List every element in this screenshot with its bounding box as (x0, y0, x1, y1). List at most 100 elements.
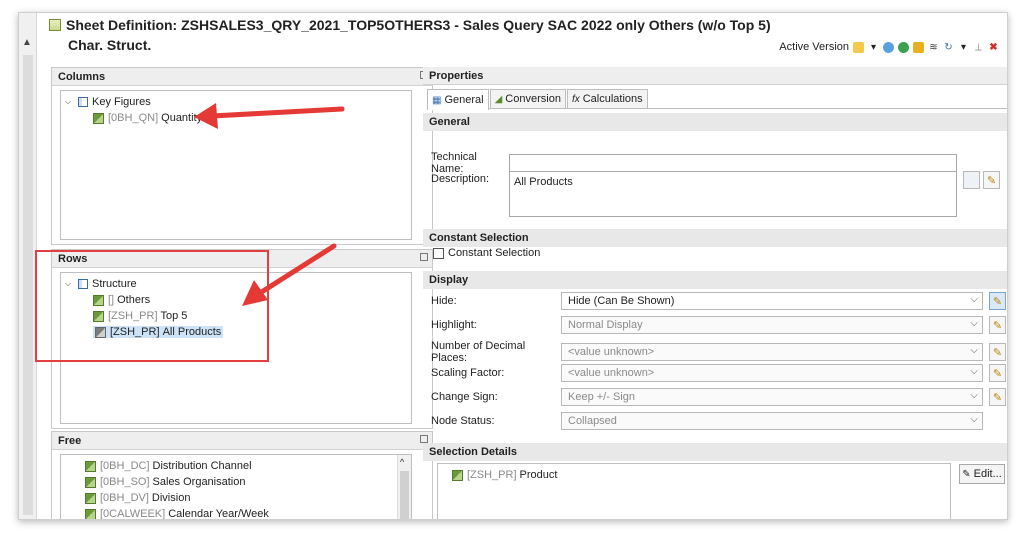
free-item[interactable]: [0BH_DV] Division (85, 490, 407, 506)
properties-heading: Properties (423, 67, 1007, 85)
conversion-tab-icon: ◢ (494, 93, 503, 105)
activate-icon[interactable] (898, 41, 909, 53)
change-sign-label: Change Sign: (431, 391, 498, 403)
columns-tree[interactable]: ⌵ Key Figures [0BH_QN] Quantity (60, 90, 412, 240)
free-scrollbar[interactable]: ^ (397, 455, 411, 519)
tech-name: [0BH_DV] (100, 492, 149, 504)
scroll-up-icon[interactable]: ▲ (22, 37, 32, 48)
scroll-up-icon[interactable]: ^ (400, 457, 404, 467)
tech-name: [0BH_SO] (100, 476, 150, 488)
selection-details-box[interactable]: [ZSH_PR] Product (437, 463, 951, 519)
highlight-value: Normal Display (568, 319, 643, 331)
chevron-down-icon: ⌵ (970, 366, 978, 377)
columns-panel: Columns ⌵ Key Figures [0BH_QN] Quantity (51, 67, 433, 245)
general-tab-icon: ▦ (432, 94, 442, 106)
edit-button-label: Edit... (973, 468, 1002, 480)
characteristic-icon (85, 460, 96, 472)
tab-label: Conversion (505, 93, 561, 105)
hide-row: Hide: Hide (Can Be Shown) ⌵ ✎ (431, 292, 1006, 310)
free-item[interactable]: [0BH_SO] Sales Organisation (85, 474, 407, 490)
selection-section-heading: Selection Details (423, 443, 1007, 461)
constant-selection-row[interactable]: Constant Selection (433, 247, 540, 259)
highlight-select[interactable]: Normal Display ⌵ (561, 316, 983, 334)
edit-scaling-icon[interactable]: ✎ (989, 364, 1006, 382)
chevron-down-icon: ⌵ (970, 318, 978, 329)
edit-hide-icon[interactable]: ✎ (989, 292, 1006, 310)
tree-node-key-figures[interactable]: ⌵ Key Figures (65, 94, 407, 110)
item-label: Calendar Year/Week (168, 508, 269, 520)
scaling-factor-select[interactable]: <value unknown> ⌵ (561, 364, 983, 382)
highlight-row: Highlight: Normal Display ⌵ ✎ (431, 316, 1006, 334)
description-value: All Products (514, 176, 573, 188)
page-title: Sheet Definition: ZSHSALES3_QRY_2021_TOP… (66, 17, 771, 33)
description-row: Description: All Products ✎ (431, 171, 1000, 217)
edit-icon: ✎ (962, 468, 971, 480)
constant-selection-checkbox[interactable] (433, 247, 444, 259)
chevron-down-icon[interactable]: ⌵ (65, 97, 75, 107)
node-status-select[interactable]: Collapsed ⌵ (561, 412, 983, 430)
characteristic-icon (85, 476, 96, 488)
sheet-icon (49, 19, 61, 31)
edit-button[interactable]: ✎ Edit... (959, 464, 1005, 484)
change-sign-row: Change Sign: Keep +/- Sign ⌵ ✎ (431, 388, 1006, 406)
version-icon[interactable] (853, 41, 864, 53)
highlight-label: Highlight: (431, 319, 477, 331)
selection-item-product[interactable]: [ZSH_PR] Product (452, 467, 950, 483)
tab-label: Calculations (582, 93, 643, 105)
hide-select[interactable]: Hide (Can Be Shown) ⌵ (561, 292, 983, 310)
dropdown-icon-2[interactable]: ▾ (958, 42, 969, 53)
edit-description-icon[interactable]: ✎ (983, 171, 1000, 189)
chevron-down-icon: ⌵ (970, 414, 978, 425)
description-field[interactable]: All Products (509, 171, 957, 217)
item-label: Product (519, 469, 558, 481)
constant-section-heading: Constant Selection (423, 229, 1007, 247)
compare-icon[interactable]: ≋ (928, 42, 939, 53)
chevron-down-icon: ⌵ (970, 390, 978, 401)
structure-icon (78, 97, 88, 107)
decimal-places-row: Number of Decimal Places: <value unknown… (431, 340, 1006, 364)
properties-tabs: ▦ General ◢ Conversion fx Calculations (427, 89, 1007, 110)
tab-general[interactable]: ▦ General (427, 89, 489, 110)
tab-label: General (444, 94, 484, 106)
edit-sign-icon[interactable]: ✎ (989, 388, 1006, 406)
scaling-factor-value: <value unknown> (568, 367, 655, 379)
save-icon[interactable] (913, 41, 924, 53)
general-section-heading: General (423, 113, 1007, 131)
display-section-heading: Display (423, 271, 1007, 289)
edit-highlight-icon[interactable]: ✎ (989, 316, 1006, 334)
free-item[interactable]: [0BH_DC] Distribution Channel (85, 458, 407, 474)
refresh-icon[interactable]: ↻ (943, 42, 954, 53)
tech-name: [0BH_QN] (108, 112, 159, 124)
delete-icon[interactable]: ✖ (988, 42, 999, 53)
dropdown-icon[interactable]: ▾ (868, 42, 879, 53)
tree-node-quantity[interactable]: [0BH_QN] Quantity (65, 110, 407, 126)
free-list[interactable]: [0BH_DC] Distribution Channel [0BH_SO] S… (60, 454, 412, 520)
characteristic-icon (452, 469, 463, 481)
columns-heading: Columns (58, 71, 106, 83)
properties-panel: Properties ▦ General ◢ Conversion fx Cal… (423, 67, 1007, 519)
node-status-label: Node Status: (431, 415, 495, 427)
scroll-thumb[interactable] (400, 471, 409, 519)
tree-label: Quantity (161, 112, 203, 124)
check-icon[interactable] (883, 41, 894, 53)
change-sign-select[interactable]: Keep +/- Sign ⌵ (561, 388, 983, 406)
decimal-places-value: <value unknown> (568, 346, 655, 358)
tab-calculations[interactable]: fx Calculations (566, 89, 648, 108)
scaling-factor-label: Scaling Factor: (431, 367, 505, 379)
scaling-factor-row: Scaling Factor: <value unknown> ⌵ ✎ (431, 364, 1006, 382)
tab-conversion[interactable]: ◢ Conversion (489, 89, 566, 108)
language-icon[interactable] (963, 171, 980, 189)
hide-value: Hide (Can Be Shown) (568, 295, 675, 307)
decimal-places-select[interactable]: <value unknown> ⌵ (561, 343, 983, 361)
technical-name-field[interactable] (509, 154, 957, 172)
scroll-thumb[interactable] (23, 55, 33, 515)
chevron-down-icon: ⌵ (970, 294, 978, 305)
node-status-row: Node Status: Collapsed ⌵ (431, 412, 983, 430)
edit-decimal-icon[interactable]: ✎ (989, 343, 1006, 361)
free-heading: Free (58, 435, 82, 447)
link-icon[interactable]: ⟂ (973, 42, 984, 53)
chevron-down-icon: ⌵ (970, 345, 978, 356)
key-figure-icon (93, 112, 104, 124)
active-version-label: Active Version (779, 41, 849, 53)
free-item[interactable]: [0CALWEEK] Calendar Year/Week (85, 506, 407, 520)
